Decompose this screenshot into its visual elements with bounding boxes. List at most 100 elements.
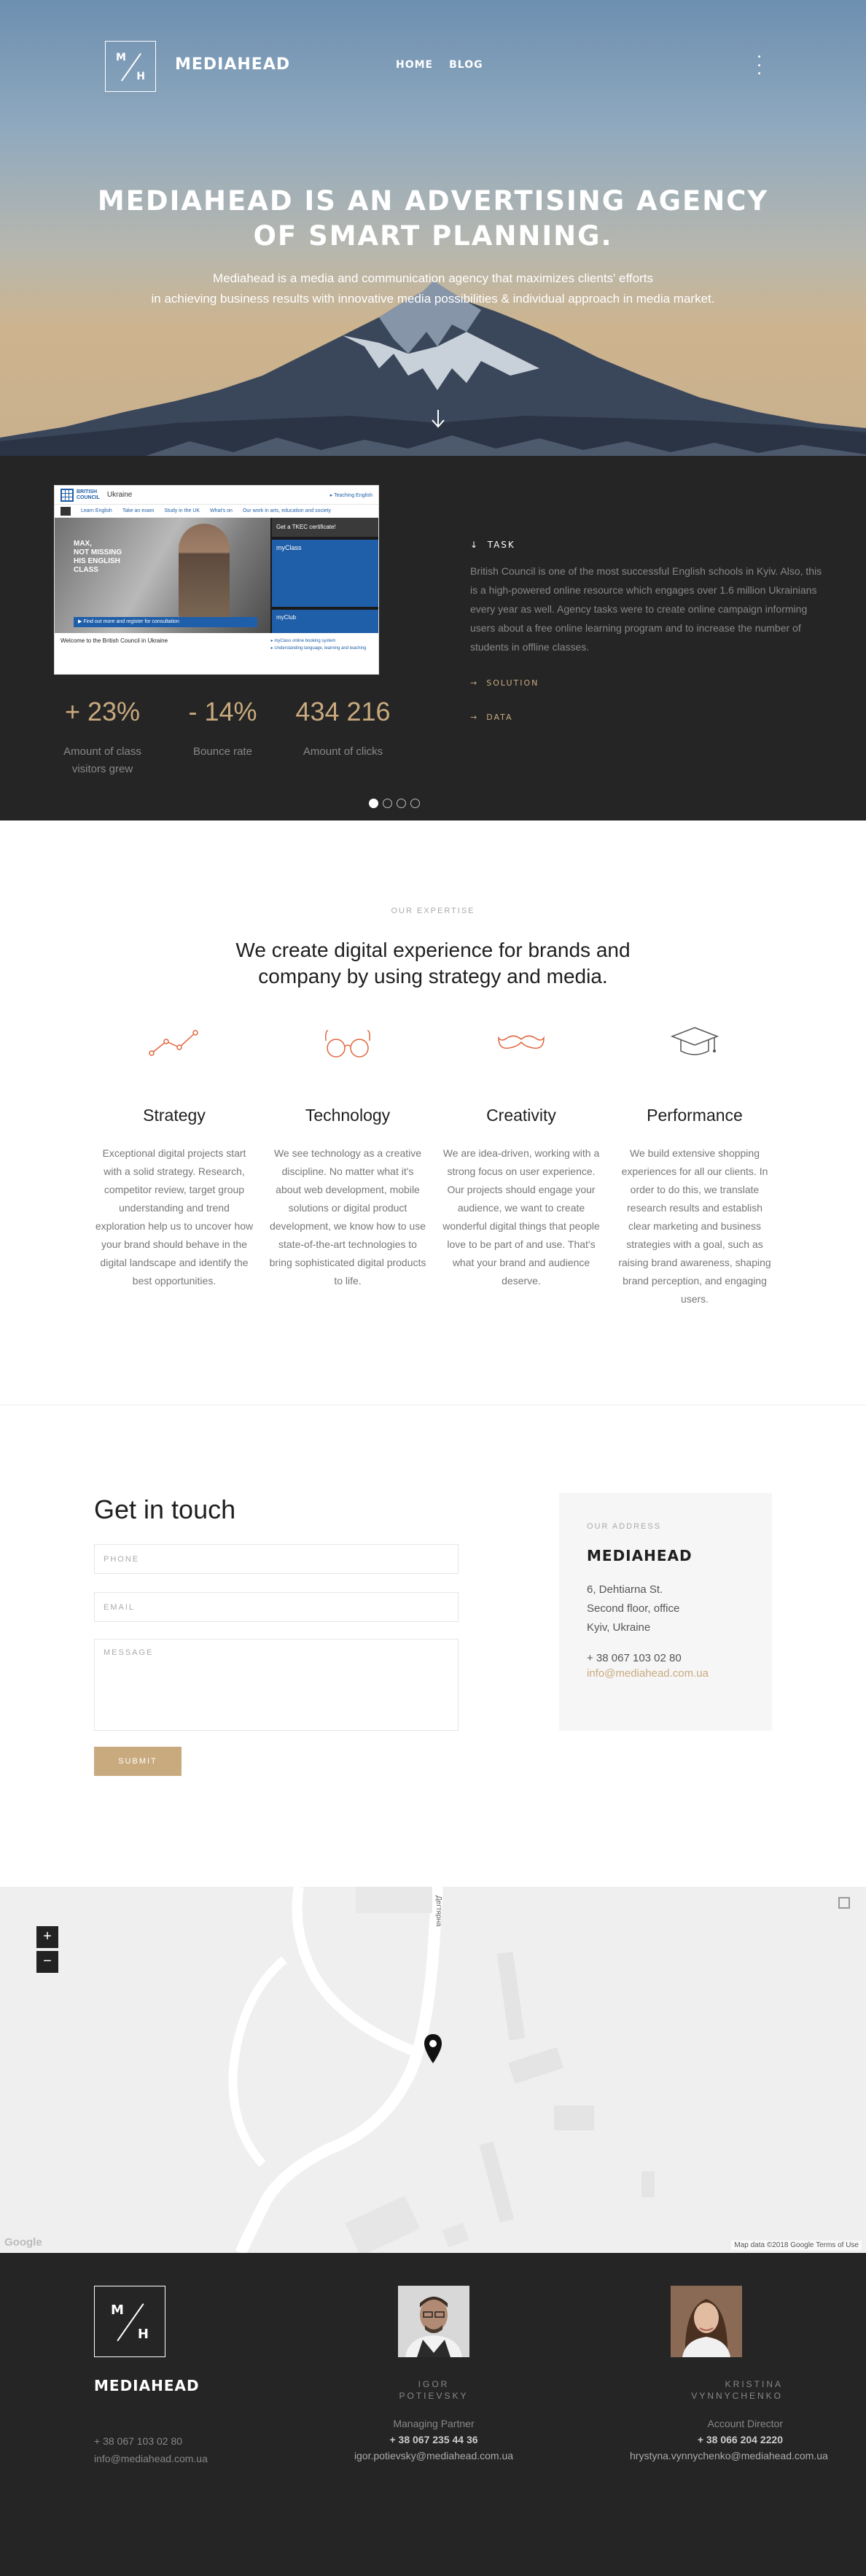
- line-chart-icon: [87, 1021, 261, 1065]
- member-name: KRISTINA VYNNYCHENKO: [630, 2378, 783, 2402]
- nav-home[interactable]: HOME: [396, 59, 433, 71]
- message-textarea[interactable]: MESSAGE: [94, 1639, 459, 1731]
- footer: M H MEDIAHEAD + 38 067 103 02 80 info@me…: [0, 2253, 866, 2576]
- screenshot-photo: MAX, NOT MISSING HIS ENGLISH CLASS ▶ Fin…: [55, 518, 270, 633]
- address-line-1: 6, Dehtiarna St.: [587, 1583, 663, 1596]
- expertise-strategy: Strategy Exceptional digital projects st…: [87, 1021, 261, 1308]
- member-email[interactable]: hrystyna.vynnychenko@mediahead.com.ua: [630, 2450, 828, 2461]
- expertise-text: We build extensive shopping experiences …: [618, 1147, 771, 1305]
- student-figure: [179, 524, 230, 618]
- contact-section: Get in touch PHONE EMAIL MESSAGE SUBMIT …: [0, 1405, 866, 1887]
- pager-dot-4[interactable]: [410, 799, 420, 808]
- expertise-technology: Technology We see technology as a creati…: [261, 1021, 434, 1308]
- case-screenshot: BRITISH COUNCIL Ukraine ▸ Teaching Englis…: [54, 485, 379, 675]
- screenshot-bottom: Welcome to the British Council in Ukrain…: [55, 633, 378, 674]
- case-stats: + 23% Amount of class visitors grew - 14…: [42, 697, 403, 778]
- map-zoom-controls: + −: [36, 1926, 58, 1973]
- task-title: TASK: [487, 540, 515, 550]
- graduation-cap-icon: [608, 1021, 781, 1065]
- expertise-title: Strategy: [143, 1106, 206, 1125]
- stat-label: Amount of class visitors grew: [63, 745, 141, 775]
- member-email[interactable]: igor.potievsky@mediahead.com.ua: [321, 2450, 547, 2461]
- expertise-columns: Strategy Exceptional digital projects st…: [87, 1021, 781, 1308]
- expertise-title-line-1: We create digital experience for brands …: [235, 939, 631, 961]
- expertise-creativity: Creativity We are idea-driven, working w…: [434, 1021, 608, 1308]
- expertise-title: Creativity: [486, 1106, 556, 1125]
- expertise-title: Performance: [647, 1106, 743, 1125]
- expertise-section: OUR EXPERTISE We create digital experien…: [0, 820, 866, 1405]
- task-heading[interactable]: ↓ TASK: [470, 540, 827, 550]
- pager-dot-1[interactable]: [369, 799, 378, 808]
- screenshot-nav-item: Our work in arts, education and society: [242, 508, 331, 513]
- task-body: British Council is one of the most succe…: [470, 565, 822, 653]
- logo-letter-m: M: [116, 52, 126, 63]
- nav-blog[interactable]: BLOG: [449, 59, 483, 71]
- screenshot-side: Get a TKEC certificate! myClass myClub: [272, 518, 378, 633]
- phone-input[interactable]: PHONE: [94, 1544, 459, 1574]
- google-logo: Google: [4, 2236, 42, 2249]
- submit-button[interactable]: SUBMIT: [94, 1747, 182, 1776]
- arrow-down-icon[interactable]: [430, 408, 446, 434]
- brand-name[interactable]: MEDIAHEAD: [175, 55, 290, 74]
- stat-label: Amount of clicks: [303, 745, 383, 758]
- screenshot-nav-item: Take an exam: [122, 508, 155, 513]
- hero-headline-line-1: MEDIAHEAD IS AN ADVERTISING AGENCY: [97, 185, 769, 217]
- pager-dot-3[interactable]: [397, 799, 406, 808]
- expertise-title: We create digital experience for brands …: [0, 937, 866, 990]
- logo-text-1: BRITISH: [77, 489, 97, 494]
- address-card: OUR ADDRESS MEDIAHEAD 6, Dehtiarna St. S…: [559, 1493, 772, 1731]
- footer-phone[interactable]: + 38 067 103 02 80: [94, 2435, 182, 2447]
- address-email[interactable]: info@mediahead.com.ua: [587, 1667, 744, 1680]
- map[interactable]: Дегтярна + − Google Map data ©2018 Googl…: [0, 1887, 866, 2253]
- avatar: [398, 2286, 469, 2357]
- arrow-right-icon: →: [470, 713, 479, 722]
- footer-logo[interactable]: M H: [94, 2286, 165, 2357]
- screenshot-country: Ukraine: [106, 491, 133, 499]
- map-pin-icon[interactable]: [423, 2033, 443, 2068]
- screenshot-nav-item: What's on: [210, 508, 233, 513]
- expertise-text: Exceptional digital projects start with …: [95, 1147, 254, 1287]
- footer-email[interactable]: info@mediahead.com.ua: [94, 2453, 208, 2464]
- member-first-name: IGOR: [418, 2379, 450, 2389]
- glasses-icon: [261, 1021, 434, 1065]
- map-roads: [228, 1887, 655, 2253]
- expertise-title: Technology: [305, 1106, 391, 1125]
- member-phone[interactable]: + 38 066 204 2220: [630, 2434, 783, 2445]
- email-input[interactable]: EMAIL: [94, 1592, 459, 1622]
- task-panel: ↓ TASK British Council is one of the mos…: [470, 540, 827, 722]
- solution-label: SOLUTION: [486, 678, 539, 688]
- member-first-name: KRISTINA: [725, 2379, 783, 2389]
- hero-headline-line-2: OF SMART PLANNING.: [253, 220, 613, 252]
- arrow-right-icon: →: [470, 678, 479, 688]
- map-street-label: Дегтярна: [434, 1896, 442, 1927]
- address-phone[interactable]: + 38 067 103 02 80: [587, 1652, 744, 1664]
- expertise-performance: Performance We build extensive shopping …: [608, 1021, 781, 1308]
- data-toggle[interactable]: → DATA: [470, 713, 827, 722]
- address-line-2: Second floor, office: [587, 1602, 680, 1615]
- stat-label: Bounce rate: [193, 745, 252, 758]
- header-logo[interactable]: M H: [105, 41, 156, 92]
- member-role: Account Director: [707, 2418, 783, 2429]
- zoom-in-button[interactable]: +: [36, 1926, 58, 1948]
- solution-toggle[interactable]: → SOLUTION: [470, 678, 827, 688]
- slider-pagination: [369, 799, 420, 808]
- fullscreen-icon[interactable]: [838, 1897, 850, 1909]
- screenshot-teach-link: ▸ Teaching English: [329, 492, 372, 498]
- expertise-label: OUR EXPERTISE: [391, 907, 475, 915]
- member-phone[interactable]: + 38 067 235 44 36: [321, 2434, 547, 2445]
- screenshot-nav: Learn English Take an exam Study in the …: [55, 505, 378, 518]
- expertise-text: We are idea-driven, working with a stron…: [442, 1147, 600, 1287]
- screenshot-nav-item: Study in the UK: [164, 508, 200, 513]
- zoom-out-button[interactable]: −: [36, 1951, 58, 1973]
- map-terms[interactable]: Map data ©2018 Google Terms of Use: [731, 2241, 862, 2250]
- expertise-title-line-2: company by using strategy and media.: [258, 965, 608, 988]
- pager-dot-2[interactable]: [383, 799, 392, 808]
- kebab-menu-icon[interactable]: [755, 55, 762, 74]
- hero-subtitle-line-1: Mediahead is a media and communication a…: [213, 271, 653, 285]
- stat-clicks: 434 216 Amount of clicks: [283, 697, 403, 778]
- screenshot-banner: MAX, NOT MISSING HIS ENGLISH CLASS ▶ Fin…: [55, 518, 378, 633]
- address-company: MEDIAHEAD: [587, 1547, 693, 1564]
- home-icon: [61, 506, 71, 516]
- screenshot-welcome: Welcome to the British Council in Ukrain…: [61, 637, 168, 644]
- hero-section: M H MEDIAHEAD HOME BLOG MEDIAHEAD IS AN …: [0, 0, 866, 456]
